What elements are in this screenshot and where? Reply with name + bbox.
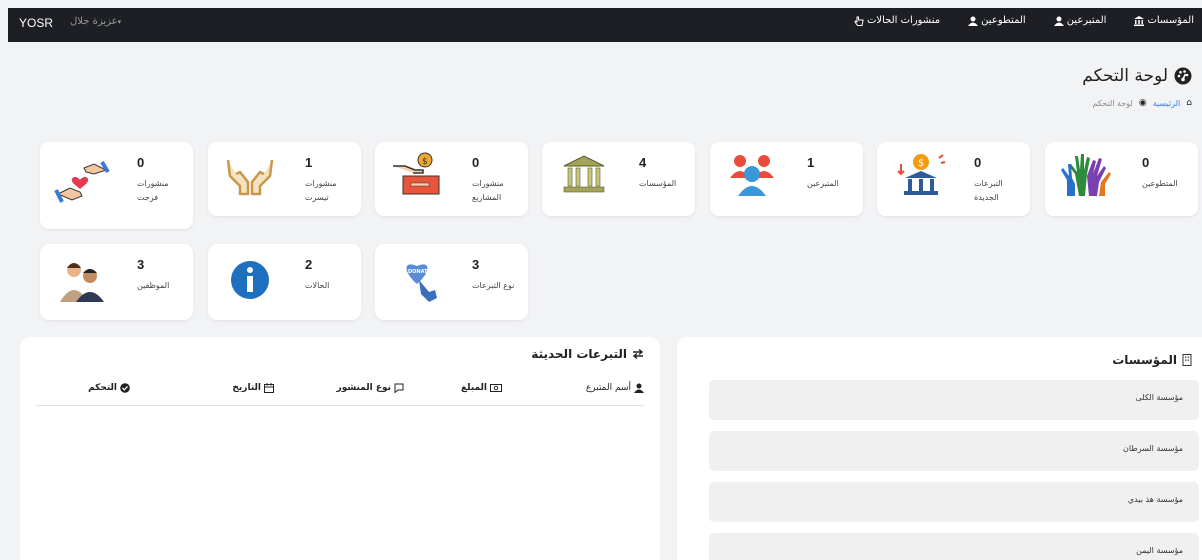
recent-donations-panel: التبرعات الحديثة أسم المتبرع المبلغ نوع … — [20, 337, 660, 560]
institutions-panel: المؤسسات مؤسسة الكلى مؤسسة السرطان مؤسسة… — [677, 337, 1202, 560]
institution-item[interactable]: مؤسسة هذ بيدي — [709, 482, 1199, 522]
card-volunteers[interactable]: 0 المتطوعين — [1045, 142, 1198, 216]
employees-icon — [60, 263, 104, 302]
institution-item[interactable]: مؤسسة الكلى — [709, 380, 1199, 420]
card-label: المتطوعين — [1142, 179, 1178, 188]
card-tayassarat-posts[interactable]: 1 منشورات تيسرت — [208, 142, 361, 216]
page-title: لوحة التحكم — [1082, 66, 1192, 86]
caret-down-icon: ▾ — [117, 18, 122, 26]
calendar-icon — [264, 383, 274, 393]
heart-handshake-icon — [54, 160, 110, 203]
card-cases[interactable]: 2 الحالات — [208, 244, 361, 320]
card-institutions[interactable]: 4 المؤسسات — [542, 142, 695, 216]
card-donors[interactable]: 1 المتبرعين — [710, 142, 863, 216]
user-dropdown[interactable]: عزيزة جلال▾ — [70, 16, 121, 27]
exchange-icon — [632, 349, 644, 359]
card-label: منشورات تيسرت — [305, 179, 337, 202]
card-label: المتبرعين — [807, 179, 839, 188]
post-icon — [394, 383, 404, 393]
home-icon: ⌂ — [1186, 98, 1192, 108]
dashboard-gauge-icon: ◉ — [1138, 98, 1147, 108]
nav-institutions[interactable]: المؤسسات — [1134, 15, 1194, 26]
user-icon — [968, 16, 979, 26]
top-navbar: YOSR عزيزة جلال▾ المؤسسات المتبرعين المت… — [8, 8, 1202, 42]
card-label: الحالات — [305, 281, 330, 290]
user-icon — [634, 383, 644, 393]
money-icon — [490, 384, 502, 392]
svg-text:DONATE: DONATE — [408, 269, 431, 275]
card-donation-types[interactable]: 3 نوع التبرعات DONATE — [375, 244, 528, 320]
institutions-title: المؤسسات — [1112, 353, 1192, 367]
volunteer-hands-icon — [1061, 154, 1111, 196]
bank-icon — [1134, 15, 1145, 26]
nav-volunteers[interactable]: المتطوعين — [968, 15, 1026, 26]
breadcrumb-current: لوحة التحكم — [1092, 98, 1133, 108]
user-name: عزيزة جلال — [70, 16, 118, 27]
donors-people-icon — [730, 155, 774, 196]
card-count: 1 — [305, 155, 313, 170]
card-label: منشورات فرجت — [137, 179, 169, 202]
dashboard-gauge-icon — [1174, 67, 1192, 85]
card-label: نوع التبرعات — [472, 281, 515, 290]
card-count: 4 — [639, 155, 647, 170]
institution-building-icon — [563, 155, 605, 193]
card-label: الموظفين — [137, 281, 170, 290]
svg-text:$: $ — [918, 158, 924, 169]
column-control: التحكم — [88, 383, 130, 393]
hand-pointer-icon — [854, 16, 864, 26]
donate-heart-icon: DONATE — [406, 264, 437, 302]
brand-logo[interactable]: YOSR — [19, 16, 53, 30]
card-count: 0 — [1142, 155, 1150, 170]
card-farajat-posts[interactable]: 0 منشورات فرجت — [40, 142, 193, 229]
column-date: التاريخ — [232, 383, 274, 393]
breadcrumb: ⌂ الرئيسية ◉ لوحة التحكم — [1093, 98, 1192, 108]
info-icon — [231, 261, 269, 299]
nav-case-posts[interactable]: منشورات الحالات — [854, 15, 940, 26]
card-project-posts[interactable]: 0 منشورات المشاريع $ — [375, 142, 528, 216]
card-label: المؤسسات — [639, 179, 677, 188]
user-icon — [1053, 16, 1064, 26]
column-amount: المبلغ — [461, 383, 502, 393]
card-count: 1 — [807, 155, 815, 170]
institution-item[interactable]: مؤسسة السرطان — [709, 431, 1199, 471]
card-count: 0 — [974, 155, 982, 170]
svg-text:$: $ — [422, 157, 428, 167]
recent-donations-title: التبرعات الحديثة — [531, 347, 644, 361]
column-post-type: نوع المنشور — [337, 383, 404, 393]
card-label: منشورات المشاريع — [472, 179, 504, 202]
card-count: 3 — [137, 257, 145, 272]
nav-donors[interactable]: المتبرعين — [1053, 15, 1106, 26]
card-employees[interactable]: 3 الموظفين — [40, 244, 193, 320]
table-header-divider — [36, 405, 644, 406]
open-hands-icon — [226, 159, 274, 196]
project-coin-box-icon: $ — [393, 152, 440, 195]
card-count: 0 — [137, 155, 145, 170]
column-donor-name: أسم المتبرع — [586, 383, 644, 393]
donation-bank-icon: $ — [897, 154, 946, 195]
check-circle-icon — [120, 383, 130, 393]
card-label: التبرعات الجديدة — [974, 179, 1003, 202]
main-nav: المؤسسات المتبرعين المتطوعين منشورات الح… — [854, 15, 1194, 26]
card-count: 0 — [472, 155, 480, 170]
institution-item[interactable]: مؤسسة اليمن — [709, 533, 1199, 560]
card-count: 3 — [472, 257, 480, 272]
breadcrumb-home-link[interactable]: الرئيسية — [1153, 99, 1181, 108]
card-new-donations[interactable]: 0 التبرعات الجديدة $ — [877, 142, 1030, 216]
card-count: 2 — [305, 257, 313, 272]
building-icon — [1182, 354, 1192, 366]
